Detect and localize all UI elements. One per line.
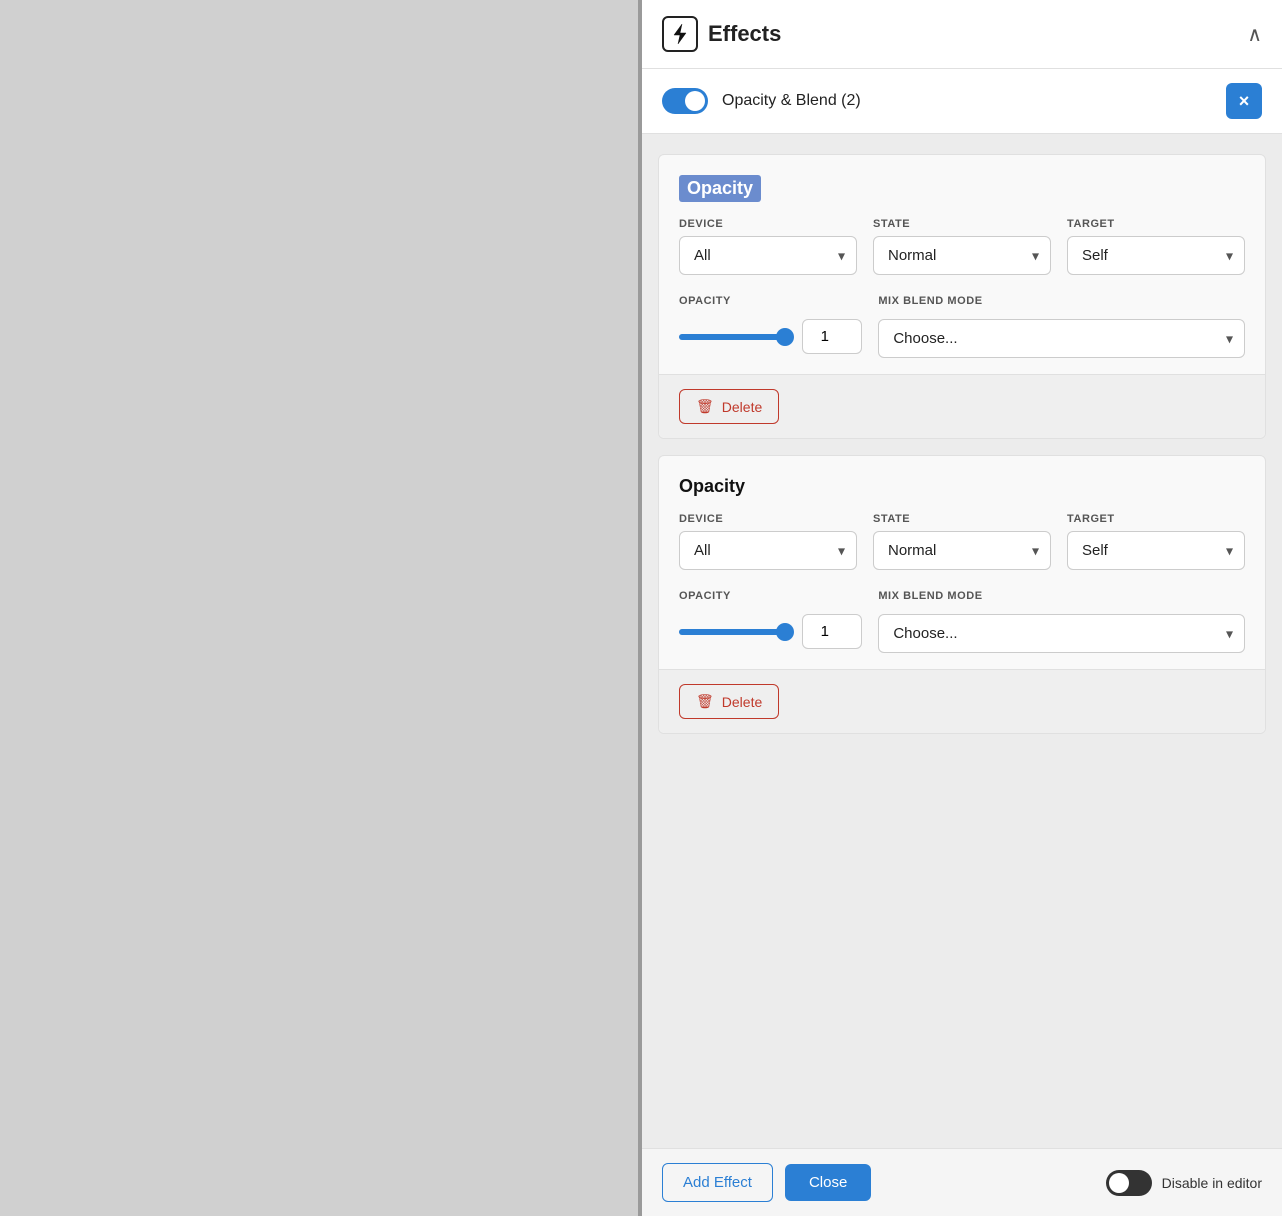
opacity-blend-label: Opacity & Blend (2): [722, 92, 1212, 110]
trash-icon-2: 🗑: [696, 693, 714, 710]
disable-editor-label: Disable in editor: [1162, 1175, 1262, 1191]
effect-card-2-blend-label: MIX BLEND MODE: [878, 590, 982, 602]
effect-card-2-opacity-label: OPACITY: [679, 590, 731, 602]
effect-card-1-delete-button[interactable]: 🗑 Delete: [679, 389, 779, 424]
effect-card-1-opacity-input[interactable]: [802, 319, 862, 354]
effect-card-2-target-group: TARGET Self Children Parent: [1067, 513, 1245, 570]
opacity-blend-toggle[interactable]: [662, 88, 708, 114]
effect-card-2-delete-label: Delete: [722, 694, 762, 710]
effect-card-2-state-select[interactable]: Normal Hover Focus Active: [873, 531, 1051, 570]
effect-card-1-state-select[interactable]: Normal Hover Focus Active: [873, 236, 1051, 275]
effects-icon: [662, 16, 698, 52]
bottom-bar: Add Effect Close Disable in editor: [642, 1148, 1282, 1216]
close-button[interactable]: Close: [785, 1164, 871, 1201]
effect-card-1-state-group: STATE Normal Hover Focus Active: [873, 218, 1051, 275]
effect-card-2-slider-thumb[interactable]: [776, 623, 794, 641]
disable-editor-row: Disable in editor: [1106, 1170, 1262, 1196]
effect-card-2-opacity-input[interactable]: [802, 614, 862, 649]
effect-card-1-footer: 🗑 Delete: [659, 374, 1265, 438]
effect-card-2-slider-track[interactable]: [679, 629, 792, 635]
effect-card-1-target-label: TARGET: [1067, 218, 1245, 230]
effect-card-1-slider-track[interactable]: [679, 334, 792, 340]
opacity-blend-row: Opacity & Blend (2) ×: [642, 69, 1282, 134]
opacity-blend-close-button[interactable]: ×: [1226, 83, 1262, 119]
effect-card-1-slider-fill: [679, 334, 787, 340]
effect-card-2-footer: 🗑 Delete: [659, 669, 1265, 733]
effect-card-1-device-select[interactable]: All Desktop Tablet Mobile: [679, 236, 857, 275]
effect-card-2-title: Opacity: [679, 476, 1245, 497]
effect-card-1-blend-select[interactable]: Choose... Normal Multiply Screen Overlay: [878, 319, 1245, 358]
effect-card-2-device-group: DEVICE All Desktop Tablet Mobile: [679, 513, 857, 570]
close-x-icon: ×: [1239, 91, 1250, 112]
trash-icon-1: 🗑: [696, 398, 714, 415]
effect-card-2-slider-fill: [679, 629, 787, 635]
effect-card-2-device-select[interactable]: All Desktop Tablet Mobile: [679, 531, 857, 570]
effect-card-2-opacity-blend-fields: OPACITY MIX BLEND MODE: [679, 586, 1245, 653]
effect-card-1-title: Opacity: [679, 175, 761, 202]
effect-card-1-device-label: DEVICE: [679, 218, 857, 230]
effect-card-1-opacity-blend-fields: OPACITY MIX BLEND MODE: [679, 291, 1245, 358]
effect-card-1-blend-select-wrapper: Choose... Normal Multiply Screen Overlay: [878, 319, 1245, 358]
effect-card-2-device-select-wrapper: All Desktop Tablet Mobile: [679, 531, 857, 570]
effect-card-2-blend-select-wrapper: Choose... Normal Multiply Screen Overlay: [878, 614, 1245, 653]
effects-header: Effects ∧: [642, 0, 1282, 69]
effect-card-2-opacity-section: OPACITY: [679, 586, 862, 649]
effect-card-1-target-select[interactable]: Self Children Parent: [1067, 236, 1245, 275]
effect-card-1-target-select-wrapper: Self Children Parent: [1067, 236, 1245, 275]
effect-card-2-state-label: STATE: [873, 513, 1051, 525]
add-effect-button[interactable]: Add Effect: [662, 1163, 773, 1202]
effect-card-1-blend-label: MIX BLEND MODE: [878, 295, 982, 307]
collapse-icon[interactable]: ∧: [1247, 22, 1262, 47]
disable-editor-toggle[interactable]: [1106, 1170, 1152, 1196]
effect-card-2-slider-row: [679, 614, 862, 649]
effect-card-1-blend-section: MIX BLEND MODE Choose... Normal Multiply…: [878, 291, 1245, 358]
effects-panel: Effects ∧ Opacity & Blend (2) × Opacity …: [642, 0, 1282, 1216]
effect-card-1-slider-row: [679, 319, 862, 354]
effect-card-1-state-label: STATE: [873, 218, 1051, 230]
effect-card-1-target-group: TARGET Self Children Parent: [1067, 218, 1245, 275]
effect-card-1: Opacity DEVICE All Desktop Tablet Mobile: [658, 154, 1266, 439]
effect-card-1-state-select-wrapper: Normal Hover Focus Active: [873, 236, 1051, 275]
effect-card-2-field-row-1: DEVICE All Desktop Tablet Mobile STATE: [679, 513, 1245, 570]
effect-card-2-delete-button[interactable]: 🗑 Delete: [679, 684, 779, 719]
effects-title: Effects: [708, 21, 1237, 47]
effect-card-1-delete-label: Delete: [722, 399, 762, 415]
effect-card-1-opacity-section: OPACITY: [679, 291, 862, 354]
effects-content[interactable]: Opacity DEVICE All Desktop Tablet Mobile: [642, 134, 1282, 1148]
effect-card-2-device-label: DEVICE: [679, 513, 857, 525]
effect-card-1-device-group: DEVICE All Desktop Tablet Mobile: [679, 218, 857, 275]
effect-card-2: Opacity DEVICE All Desktop Tablet Mobile: [658, 455, 1266, 734]
effect-card-2-state-select-wrapper: Normal Hover Focus Active: [873, 531, 1051, 570]
effect-card-1-opacity-label: OPACITY: [679, 295, 731, 307]
effect-card-2-target-select[interactable]: Self Children Parent: [1067, 531, 1245, 570]
effect-card-2-state-group: STATE Normal Hover Focus Active: [873, 513, 1051, 570]
effect-card-1-device-select-wrapper: All Desktop Tablet Mobile: [679, 236, 857, 275]
effect-card-2-blend-section: MIX BLEND MODE Choose... Normal Multiply…: [878, 586, 1245, 653]
effect-card-2-blend-select[interactable]: Choose... Normal Multiply Screen Overlay: [878, 614, 1245, 653]
canvas-area: [0, 0, 640, 1216]
effect-card-1-slider-thumb[interactable]: [776, 328, 794, 346]
effect-card-1-field-row-1: DEVICE All Desktop Tablet Mobile STATE: [679, 218, 1245, 275]
effect-card-2-target-select-wrapper: Self Children Parent: [1067, 531, 1245, 570]
effect-card-2-target-label: TARGET: [1067, 513, 1245, 525]
